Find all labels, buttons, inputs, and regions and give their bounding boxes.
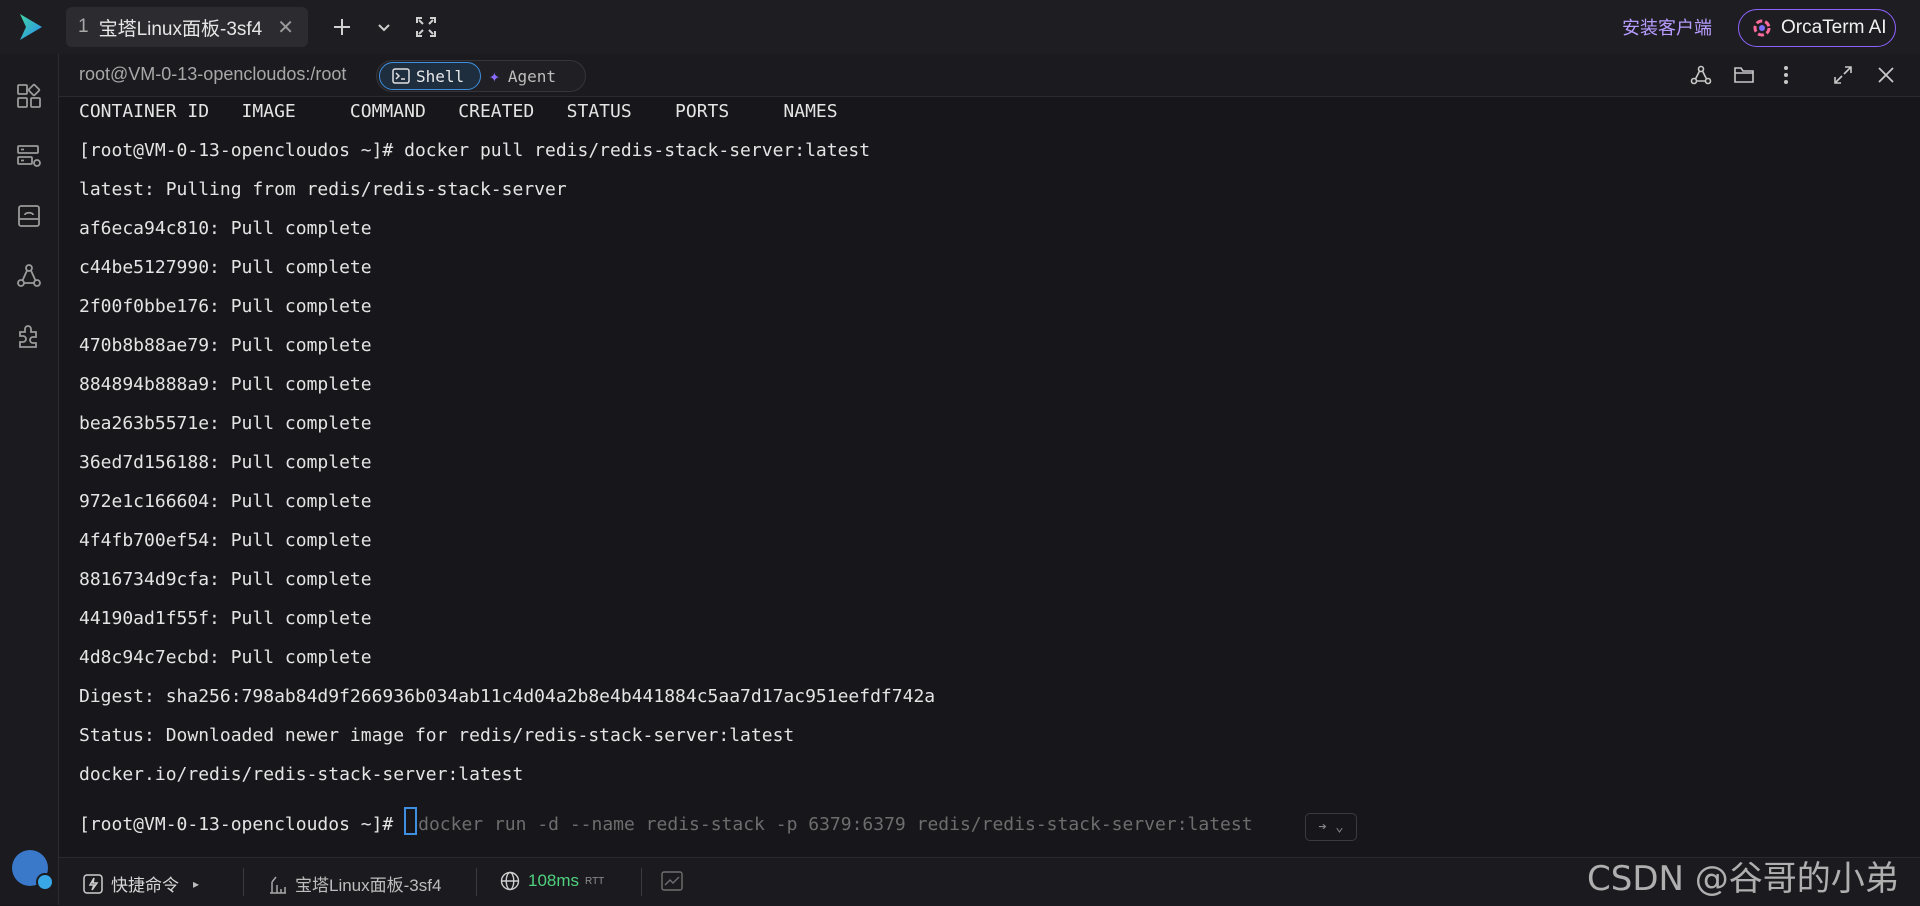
orca-ai-icon [1753,19,1771,37]
agent-mode-label: Agent [507,66,557,86]
host-icon [270,876,286,894]
mode-switch: Shell ✦ Agent [376,60,586,92]
network-icon[interactable] [15,262,43,290]
terminal-line: bea263b5571e: Pull complete [79,413,372,434]
drive-icon[interactable] [15,202,43,230]
apps-grid-icon[interactable] [15,82,43,110]
tab-close-icon[interactable]: ✕ [277,15,294,40]
folder-icon[interactable] [1731,62,1757,88]
terminal-line: c44be5127990: Pull complete [79,257,372,278]
terminal-line: docker.io/redis/redis-stack-server:lates… [79,764,524,785]
tab-number: 1 [78,16,89,37]
divider [243,868,244,896]
latency-value: 108ms [528,871,580,890]
terminal-line: CONTAINER ID IMAGE COMMAND CREATED STATU… [79,101,838,122]
terminal-line: 470b8b88ae79: Pull complete [79,335,372,356]
terminal-output[interactable]: CONTAINER ID IMAGE COMMAND CREATED STATU… [59,97,1920,857]
lightning-icon [83,873,103,894]
globe-icon [500,871,520,891]
terminal-line: 972e1c166604: Pull complete [79,491,372,512]
sparkle-icon: ✦ [489,65,500,87]
terminal-line: 884894b888a9: Pull complete [79,374,372,395]
share-icon[interactable] [1688,62,1714,88]
terminal-line: 36ed7d156188: Pull complete [79,452,372,473]
server-manage-icon[interactable] [15,142,43,170]
terminal-line: latest: Pulling from redis/redis-stack-s… [79,179,567,200]
shortcut-commands-button[interactable]: 快捷命令 ▸ [83,871,199,896]
terminal-line: Digest: sha256:798ab84d9f266936b034ab11c… [79,686,936,707]
expand-icon[interactable] [411,12,441,42]
orca-ai-label: OrcaTerm AI [1781,17,1887,38]
session-name: 宝塔Linux面板-3sf4 [295,876,442,895]
shell-mode-button[interactable]: Shell [379,62,481,90]
terminal-line: 4d8c94c7ecbd: Pull complete [79,647,372,668]
session-indicator[interactable]: 宝塔Linux面板-3sf4 [269,871,441,896]
divider [476,868,477,896]
shell-mode-label: Shell [416,66,465,86]
prompt: [root@VM-0-13-opencloudos ~]# [79,814,405,835]
current-path: root@VM-0-13-opencloudos:/root [79,64,347,84]
plus-icon[interactable] [327,12,357,42]
terminal-icon [392,68,410,84]
terminal-line: 8816734d9cfa: Pull complete [79,569,372,590]
more-icon[interactable] [1773,62,1799,88]
left-sidebar [0,54,59,905]
divider [641,868,642,896]
agent-mode-button[interactable]: ✦ Agent [489,64,556,88]
extension-icon[interactable] [15,322,43,350]
terminal-line: Status: Downloaded newer image for redis… [79,725,795,746]
avatar-status-badge [36,873,54,891]
command-suggestion[interactable]: docker run -d --name redis-stack -p 6379… [418,814,1252,835]
accept-suggestion-button[interactable]: ➔ ⌄ [1305,813,1357,841]
terminal-line: 44190ad1f55f: Pull complete [79,608,372,629]
monitor-chart-icon[interactable] [661,871,683,891]
watermark: CSDN @谷哥的小弟 [1587,859,1899,899]
app-logo-icon [20,14,42,40]
text-cursor [404,807,418,835]
install-client-link[interactable]: 安装客户端 [1622,14,1712,40]
close-icon[interactable] [1873,62,1899,88]
tab-title: 宝塔Linux面板-3sf4 [98,18,263,40]
session-tab[interactable]: 1 宝塔Linux面板-3sf4 ✕ [66,7,308,47]
terminal-line: 2f00f0bbe176: Pull complete [79,296,372,317]
terminal-line: 4f4fb700ef54: Pull complete [79,530,372,551]
orcaterm-ai-button[interactable]: OrcaTerm AI [1738,9,1896,47]
caret-right-icon: ▸ [193,876,200,891]
maximize-icon[interactable] [1830,62,1856,88]
latency-indicator: 108ms RTT [500,871,604,891]
terminal-header: root@VM-0-13-opencloudos:/root Shell ✦ A… [59,54,1920,97]
chevron-down-icon[interactable] [369,12,399,42]
title-bar: 1 宝塔Linux面板-3sf4 ✕ 安装客户端 OrcaTerm AI [0,0,1920,54]
terminal-line: af6eca94c810: Pull complete [79,218,372,239]
input-line[interactable]: [root@VM-0-13-opencloudos ~]# docker run… [79,807,1253,835]
terminal-line: [root@VM-0-13-opencloudos ~]# docker pul… [79,140,871,161]
shortcut-label: 快捷命令 [111,876,179,895]
latency-unit: RTT [585,875,605,887]
